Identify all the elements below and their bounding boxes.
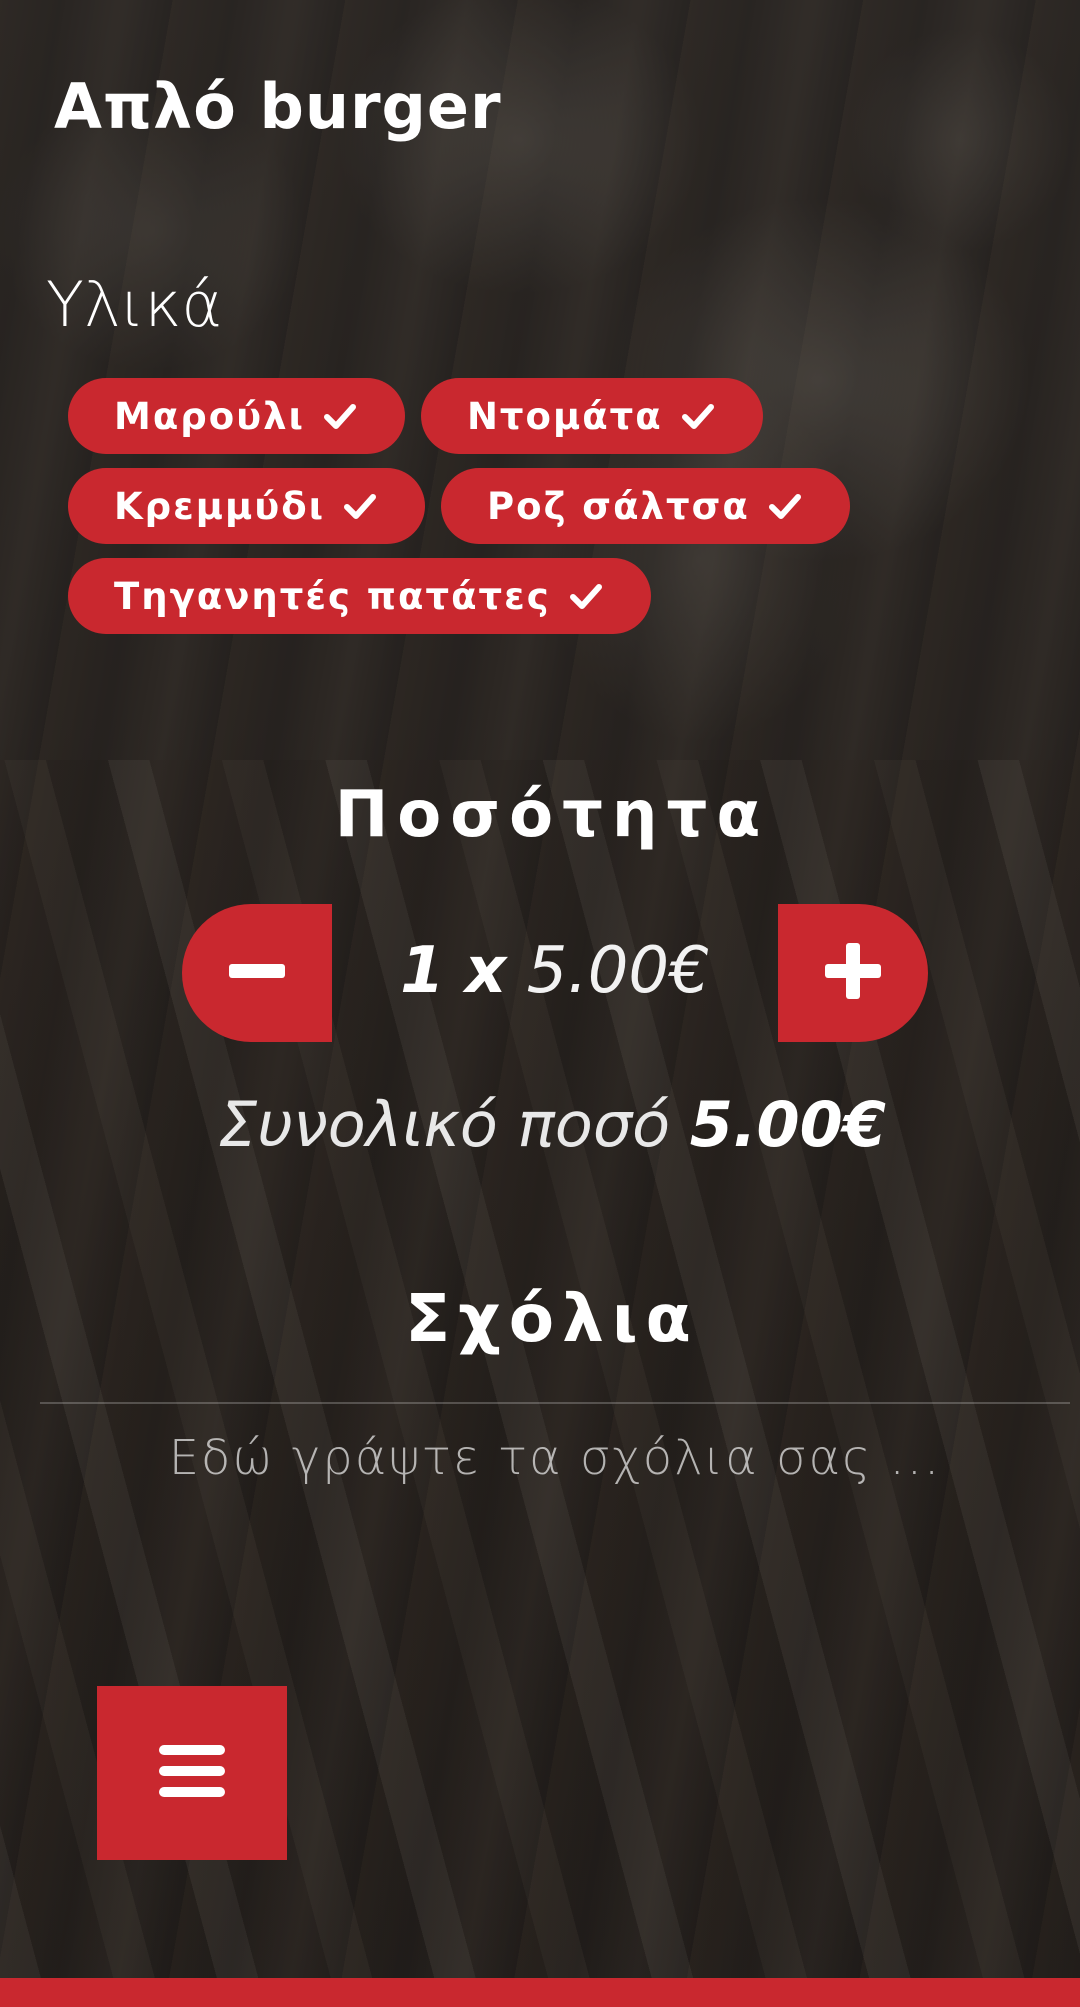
menu-button[interactable]: [97, 1686, 287, 1860]
check-icon: [681, 399, 715, 433]
unit-price: 5.00€: [526, 934, 710, 1008]
quantity-readout: 1 x 5.00€: [332, 934, 778, 1008]
ingredient-chip-fries[interactable]: Τηγανητές πατάτες: [68, 558, 651, 634]
ingredients-list: Μαρούλι Ντομάτα Κρεμμύδι Ροζ σάλτσα Τηγα…: [68, 378, 968, 634]
plus-icon: [823, 941, 883, 1005]
hamburger-menu-icon: [157, 1743, 227, 1803]
ingredient-chip-pink-sauce[interactable]: Ροζ σάλτσα: [441, 468, 850, 544]
page-title: Απλό burger: [54, 70, 502, 143]
total-label: Συνολικό ποσό: [218, 1088, 671, 1161]
increase-quantity-button[interactable]: [778, 904, 928, 1042]
check-icon: [323, 399, 357, 433]
ingredient-label: Κρεμμύδι: [114, 484, 326, 528]
ingredient-label: Ντομάτα: [466, 394, 663, 438]
ingredient-label: Μαρούλι: [114, 394, 305, 438]
comments-textarea[interactable]: [40, 1402, 1070, 1572]
ingredient-label: Τηγανητές πατάτες: [114, 574, 551, 618]
ingredient-chip-tomato[interactable]: Ντομάτα: [420, 378, 763, 454]
quantity-times: x: [465, 934, 507, 1008]
check-icon: [343, 489, 377, 523]
ingredient-label: Ροζ σάλτσα: [487, 484, 750, 528]
ingredient-chip-lettuce[interactable]: Μαρούλι: [68, 378, 405, 454]
check-icon: [768, 489, 802, 523]
ingredient-chip-onion[interactable]: Κρεμμύδι: [68, 468, 426, 544]
decrease-quantity-button[interactable]: [182, 904, 332, 1042]
bottom-bar: [0, 1978, 1080, 2007]
ingredients-heading: Υλικά: [46, 268, 223, 341]
quantity-count: 1: [400, 934, 445, 1008]
total-value: 5.00€: [689, 1088, 886, 1161]
minus-icon: [227, 961, 287, 985]
quantity-heading: Ποσότητα: [334, 778, 770, 852]
check-icon: [569, 579, 603, 613]
total-amount: Συνολικό ποσό 5.00€: [0, 1088, 1080, 1161]
comments-heading: Σχόλια: [405, 1280, 699, 1357]
product-page: Απλό burger Υλικά Μαρούλι Ντομάτα Κρεμμύ…: [0, 0, 1080, 2007]
